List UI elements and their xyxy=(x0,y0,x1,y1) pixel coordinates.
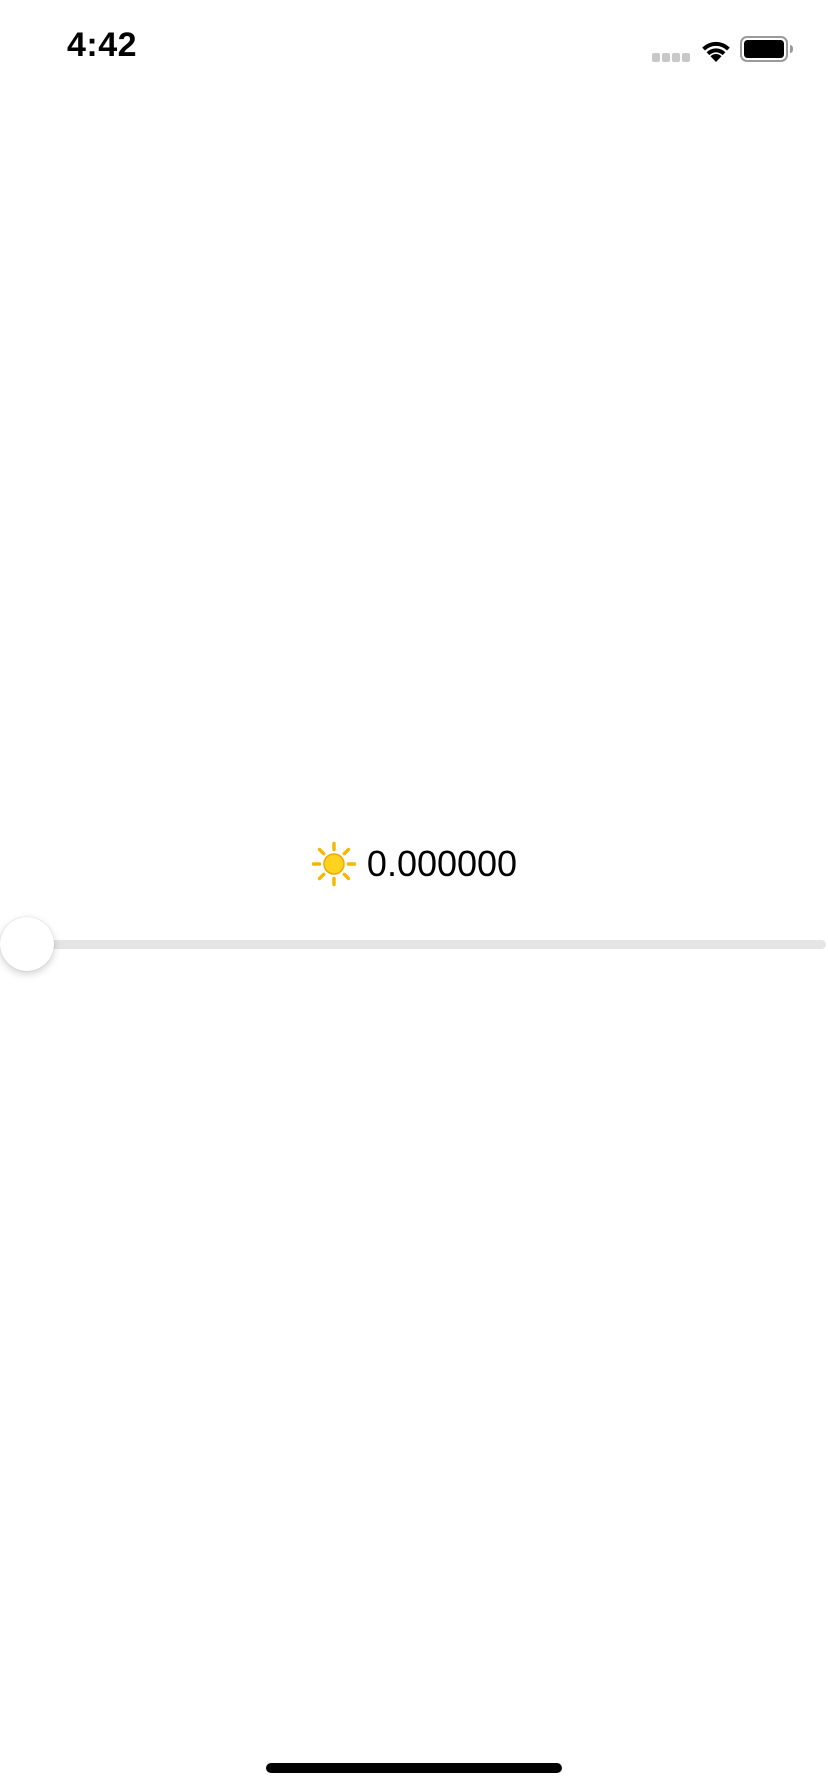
brightness-slider[interactable] xyxy=(0,914,828,974)
cellular-signal-icon xyxy=(652,53,692,62)
home-indicator[interactable] xyxy=(266,1763,562,1773)
status-time: 4:42 xyxy=(67,26,138,64)
status-bar: 4:42 xyxy=(0,0,828,100)
battery-icon xyxy=(740,36,793,62)
brightness-value: 0.000000 xyxy=(366,843,518,884)
sun-icon xyxy=(311,841,357,887)
slider-thumb[interactable] xyxy=(0,917,54,971)
slider-track[interactable] xyxy=(28,940,826,949)
wifi-icon xyxy=(702,41,730,62)
brightness-readout: 0.000000 xyxy=(0,840,828,888)
